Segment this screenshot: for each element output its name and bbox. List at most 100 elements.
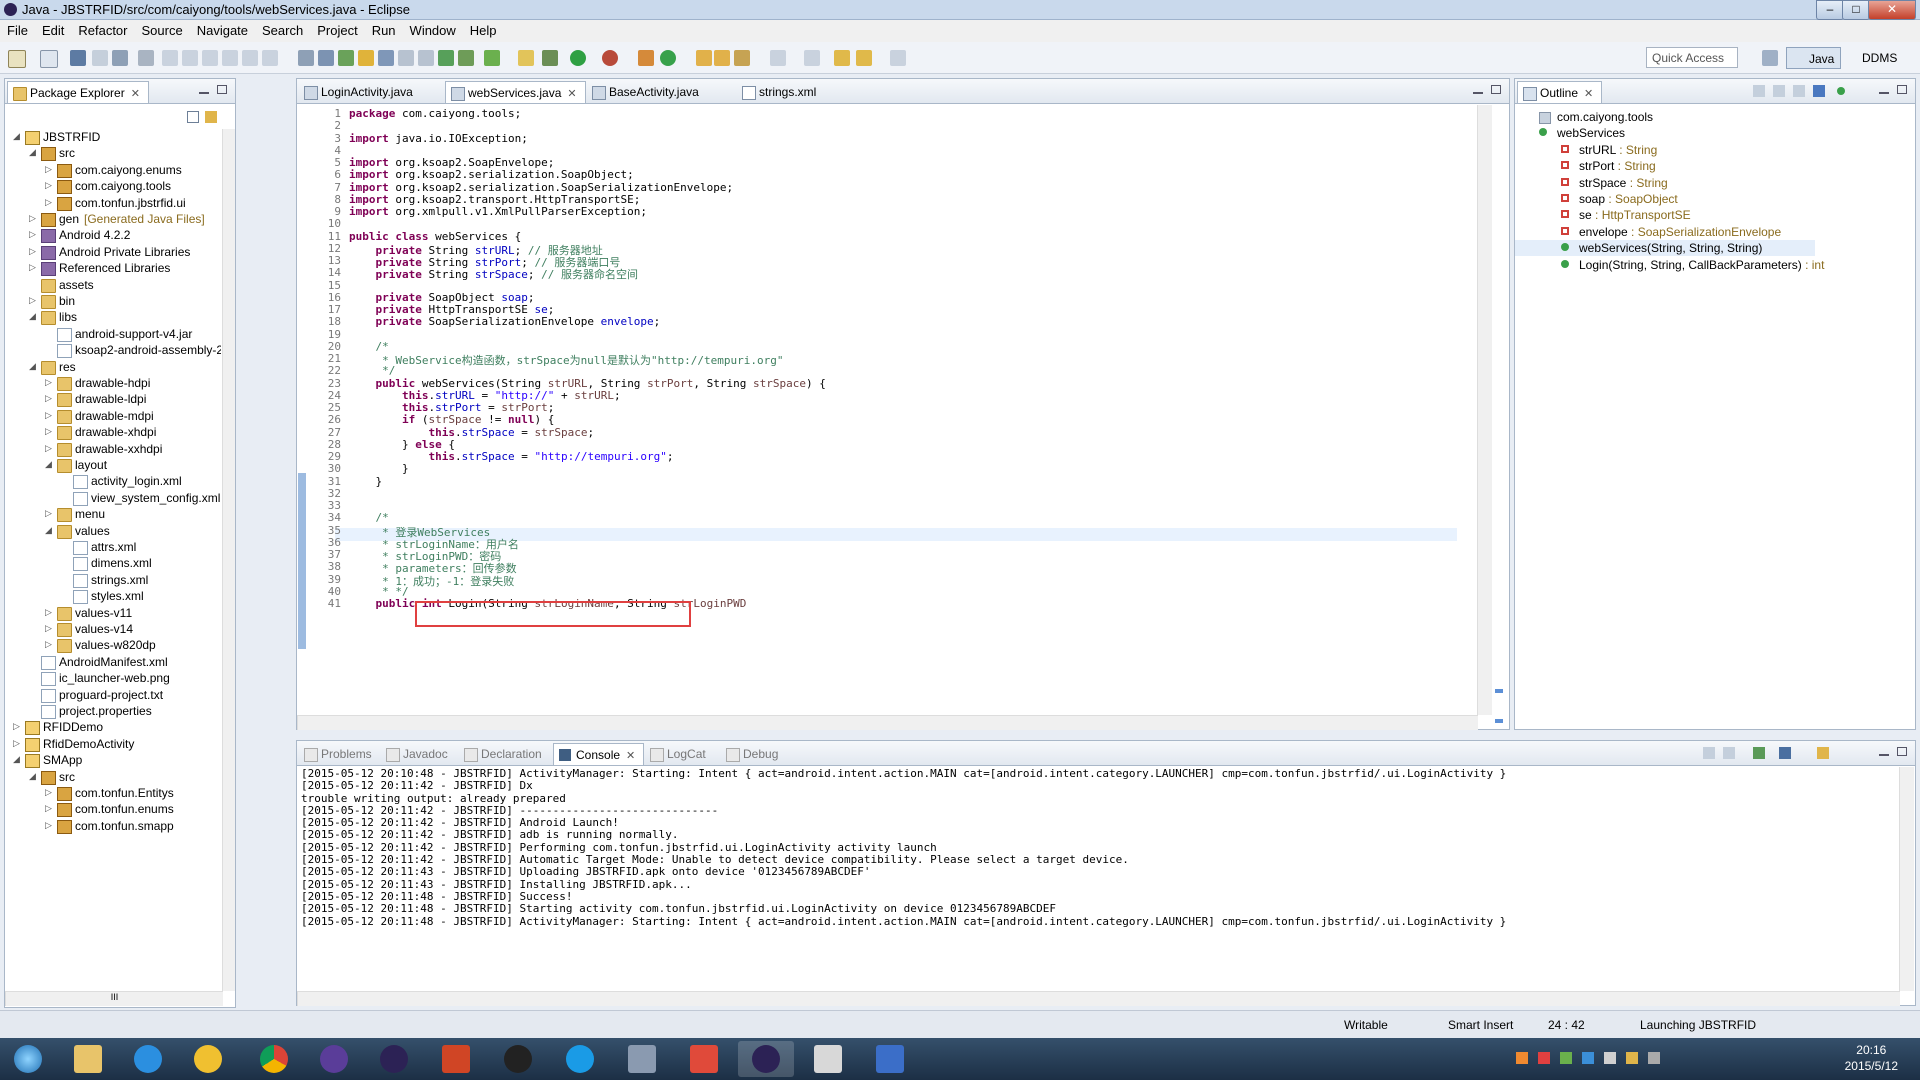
collapse-all-icon[interactable] — [187, 111, 199, 123]
internet-explorer-icon[interactable] — [120, 1041, 176, 1077]
editor-horizontal-scrollbar[interactable] — [297, 715, 1478, 730]
forward-icon[interactable] — [890, 50, 906, 66]
kugou-icon[interactable] — [552, 1041, 608, 1077]
save-all-icon[interactable] — [92, 50, 108, 66]
start-orb-icon[interactable] — [0, 1041, 56, 1077]
open-console-icon[interactable] — [1817, 747, 1829, 759]
editor-vertical-scrollbar[interactable] — [1477, 105, 1492, 715]
expand-arrow-icon[interactable]: ▷ — [45, 820, 53, 831]
link-with-editor-icon[interactable] — [205, 111, 217, 123]
new-xml-icon[interactable] — [398, 50, 414, 66]
print-icon[interactable] — [112, 50, 128, 66]
next-annotation-icon[interactable] — [770, 50, 786, 66]
last-edit-icon[interactable] — [834, 50, 850, 66]
hide-fields-icon[interactable] — [1773, 85, 1785, 97]
expand-arrow-icon[interactable]: ▷ — [45, 607, 53, 618]
android-sdk-icon[interactable] — [298, 50, 314, 66]
expand-arrow-icon[interactable]: ▷ — [29, 246, 37, 257]
clear-console-icon[interactable] — [1703, 747, 1715, 759]
expand-arrow-icon[interactable]: ▷ — [29, 295, 37, 306]
tray-network-icon[interactable] — [1582, 1052, 1594, 1064]
console-horizontal-scrollbar[interactable] — [297, 991, 1900, 1006]
menu-window[interactable]: Window — [403, 20, 463, 38]
maximize-view-icon[interactable] — [217, 85, 227, 94]
expand-arrow-icon[interactable]: ▷ — [29, 213, 37, 224]
close-icon[interactable]: ✕ — [131, 88, 140, 100]
new-android-project-icon[interactable] — [358, 50, 374, 66]
expand-arrow-icon[interactable]: ◢ — [13, 754, 21, 765]
close-icon[interactable]: ✕ — [626, 750, 635, 762]
maximize-button[interactable]: □ — [1842, 0, 1870, 20]
expand-arrow-icon[interactable]: ▷ — [13, 721, 21, 732]
expand-arrow-icon[interactable]: ▷ — [45, 803, 53, 814]
expand-arrow-icon[interactable]: ▷ — [45, 508, 53, 519]
hide-static-icon[interactable] — [1793, 85, 1805, 97]
lint-icon[interactable] — [338, 50, 354, 66]
chrome-icon[interactable] — [246, 1041, 302, 1077]
menu-run[interactable]: Run — [365, 20, 403, 38]
close-icon[interactable]: ✕ — [1584, 88, 1593, 100]
expand-arrow-icon[interactable]: ◢ — [45, 525, 53, 536]
open-perspective-icon[interactable] — [1762, 50, 1778, 66]
scroll-lock-icon[interactable] — [1723, 747, 1735, 759]
expand-arrow-icon[interactable]: ◢ — [29, 361, 37, 372]
qq-icon[interactable] — [490, 1041, 546, 1077]
debug-icon[interactable] — [542, 50, 558, 66]
expand-arrow-icon[interactable]: ▷ — [45, 377, 53, 388]
tab-debug[interactable]: Debug — [721, 743, 786, 765]
maximize-view-icon[interactable] — [1897, 747, 1907, 756]
expand-arrow-icon[interactable]: ◢ — [45, 459, 53, 470]
minimize-view-icon[interactable] — [199, 85, 209, 94]
open-folder-icon[interactable] — [714, 50, 730, 66]
paint-icon[interactable] — [676, 1041, 732, 1077]
quick-access-input[interactable]: Quick Access — [1646, 47, 1738, 68]
sort-icon[interactable] — [1753, 85, 1765, 97]
console-vertical-scrollbar[interactable] — [1899, 767, 1914, 991]
avd-manager-icon[interactable] — [318, 50, 334, 66]
tray-input-icon[interactable] — [1560, 1052, 1572, 1064]
expand-arrow-icon[interactable]: ▷ — [45, 410, 53, 421]
prev-annotation-icon[interactable] — [804, 50, 820, 66]
tab-webservices-java[interactable]: webServices.java ✕ — [445, 81, 586, 103]
checklist-icon[interactable] — [484, 50, 500, 66]
tab-console[interactable]: Console ✕ — [553, 743, 645, 765]
tab-javadoc[interactable]: Javadoc — [381, 743, 456, 765]
perspective-java[interactable]: Java — [1786, 47, 1842, 69]
save-icon[interactable] — [70, 50, 86, 66]
tab-package-explorer[interactable]: Package Explorer ✕ — [7, 81, 149, 103]
new-dropdown-icon[interactable] — [40, 50, 58, 68]
new-java-class-icon[interactable] — [660, 50, 676, 66]
menu-help[interactable]: Help — [463, 20, 504, 38]
console-output[interactable]: [2015-05-12 20:10:48 - JBSTRFID] Activit… — [301, 767, 1895, 989]
sdk-tools-icon[interactable] — [614, 1041, 670, 1077]
run-icon[interactable] — [570, 50, 586, 66]
new-file-icon[interactable] — [418, 50, 434, 66]
expand-arrow-icon[interactable]: ▷ — [45, 180, 53, 191]
expand-arrow-icon[interactable]: ▷ — [45, 426, 53, 437]
tray-app-icon[interactable] — [1516, 1052, 1528, 1064]
expand-arrow-icon[interactable]: ▷ — [45, 787, 53, 798]
powerpoint-icon[interactable] — [428, 1041, 484, 1077]
expand-arrow-icon[interactable]: ▷ — [45, 197, 53, 208]
tray-power-icon[interactable] — [1648, 1052, 1660, 1064]
menu-project[interactable]: Project — [310, 20, 364, 38]
outline-item[interactable]: webServices(String, String, String) — [1515, 240, 1815, 257]
run-external-icon[interactable] — [602, 50, 618, 66]
network-tool-icon[interactable] — [862, 1041, 918, 1077]
explorer-icon[interactable] — [60, 1041, 116, 1077]
step-into-icon[interactable] — [242, 50, 258, 66]
horizontal-scrollbar[interactable]: III — [5, 991, 223, 1006]
tab-strings-xml[interactable]: strings.xml — [737, 81, 824, 103]
expand-arrow-icon[interactable]: ▷ — [45, 393, 53, 404]
expand-arrow-icon[interactable]: ▷ — [45, 639, 53, 650]
expand-arrow-icon[interactable]: ▷ — [13, 738, 21, 749]
tab-outline[interactable]: Outline ✕ — [1517, 81, 1603, 103]
system-tray[interactable] — [1516, 1052, 1766, 1066]
coverage-icon[interactable] — [638, 50, 654, 66]
expand-arrow-icon[interactable]: ◢ — [29, 147, 37, 158]
expand-arrow-icon[interactable]: ▷ — [29, 262, 37, 273]
tab-logcat[interactable]: LogCat — [645, 743, 714, 765]
eclipse-icon[interactable] — [366, 1041, 422, 1077]
eclipse-active-icon[interactable] — [738, 1041, 794, 1077]
open-task-icon[interactable] — [518, 50, 534, 66]
